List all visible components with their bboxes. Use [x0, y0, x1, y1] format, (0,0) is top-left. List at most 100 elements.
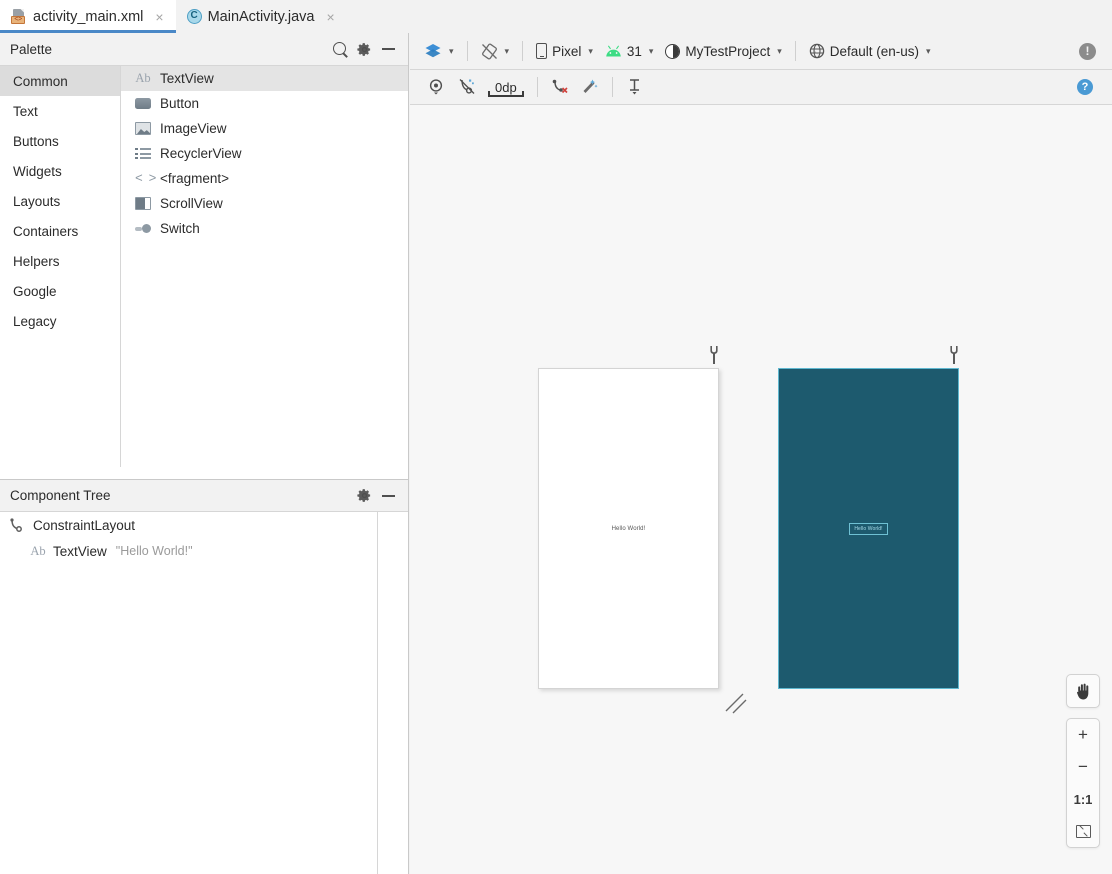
infer-constraints-button[interactable]: [575, 74, 605, 100]
guidelines-button[interactable]: [620, 74, 650, 100]
close-icon[interactable]: ×: [153, 10, 165, 24]
zoom-in-button[interactable]: +: [1067, 719, 1099, 751]
xml-file-icon: <>: [11, 8, 27, 25]
render-options-icon[interactable]: [947, 346, 961, 364]
palette-category-legacy[interactable]: Legacy: [0, 306, 120, 336]
category-label: Legacy: [13, 313, 57, 329]
palette-category-helpers[interactable]: Helpers: [0, 246, 120, 276]
palette-category-text[interactable]: Text: [0, 96, 120, 126]
palette-item-label: <fragment>: [160, 171, 230, 186]
left-tool-column: Palette Common Text Buttons Widgets Layo…: [0, 33, 409, 874]
category-label: Common: [13, 73, 68, 89]
show-constraints-button[interactable]: [422, 74, 452, 100]
help-button[interactable]: ?: [1070, 74, 1100, 100]
palette-item-label: RecyclerView: [160, 146, 242, 161]
tab-bar-filler: [346, 0, 1112, 33]
phone-icon: [536, 43, 548, 59]
warning-icon: !: [1079, 42, 1096, 60]
device-selector[interactable]: Pixel ▾: [530, 38, 599, 64]
palette-minimize-button[interactable]: [376, 37, 400, 61]
palette-category-list: Common Text Buttons Widgets Layouts Cont…: [0, 66, 121, 467]
component-tree-divider[interactable]: [377, 512, 378, 874]
canvas-resize-handle[interactable]: [723, 690, 749, 716]
design-canvas[interactable]: Hello World! Hello World! + − 1:1: [410, 105, 1112, 874]
tree-node-textview[interactable]: Ab TextView "Hello World!": [0, 538, 408, 564]
design-surface-preview[interactable]: Hello World!: [538, 368, 719, 689]
default-margin-value: 0dp: [495, 80, 517, 95]
tab-label: MainActivity.java: [207, 8, 315, 25]
clear-constraints-button[interactable]: [545, 74, 575, 100]
palette-search-button[interactable]: [328, 37, 352, 61]
palette-category-widgets[interactable]: Widgets: [0, 156, 120, 186]
palette-settings-button[interactable]: [352, 37, 376, 61]
component-tree-settings-button[interactable]: [352, 484, 376, 508]
palette-item-switch[interactable]: Switch: [121, 216, 408, 241]
textview-icon: Ab: [30, 543, 46, 558]
theme-selector[interactable]: MyTestProject ▾: [659, 38, 787, 64]
search-icon: [332, 41, 348, 57]
scrollview-icon: [135, 197, 151, 210]
palette-category-containers[interactable]: Containers: [0, 216, 120, 246]
category-label: Layouts: [13, 193, 61, 209]
issues-button[interactable]: !: [1073, 38, 1102, 64]
blueprint-preview-wrapper: Hello World!: [778, 346, 959, 689]
editor-tab-bar: <> activity_main.xml × C MainActivity.ja…: [0, 0, 1112, 33]
design-surface: ▾ ▾ Pixel ▾ 31 ▾ MyTestProject ▾ Default…: [410, 33, 1112, 874]
palette-item-textview[interactable]: Ab TextView: [121, 66, 408, 91]
locale-label: Default (en-us): [829, 43, 920, 59]
palette-item-scrollview[interactable]: ScrollView: [121, 191, 408, 216]
tab-label: activity_main.xml: [33, 8, 144, 25]
palette-item-button[interactable]: Button: [121, 91, 408, 116]
tab-activity-main-xml[interactable]: <> activity_main.xml ×: [0, 0, 176, 33]
tree-node-value: "Hello World!": [115, 544, 193, 558]
zoom-to-fit-button[interactable]: [1067, 815, 1099, 847]
chevron-down-icon: ▾: [777, 45, 782, 56]
component-tree-title: Component Tree: [10, 488, 111, 503]
tree-node-label: TextView: [53, 543, 107, 559]
tree-node-label: ConstraintLayout: [33, 517, 136, 533]
render-options-icon[interactable]: [707, 346, 721, 364]
android-icon: [606, 45, 621, 57]
category-label: Buttons: [13, 133, 59, 149]
locale-selector[interactable]: Default (en-us) ▾: [803, 38, 937, 64]
actual-size-button[interactable]: 1:1: [1067, 783, 1099, 815]
palette-category-common[interactable]: Common: [0, 66, 120, 96]
tab-mainactivity-java[interactable]: C MainActivity.java ×: [176, 0, 347, 33]
tree-node-constraintlayout[interactable]: ConstraintLayout: [0, 512, 408, 538]
design-surface-toolbar: ▾ ▾ Pixel ▾ 31 ▾ MyTestProject ▾ Default…: [410, 33, 1112, 70]
zoom-to-fit-icon: [1075, 824, 1091, 838]
orientation-button[interactable]: ▾: [475, 38, 516, 64]
palette-header: Palette: [0, 33, 408, 66]
zoom-button-group: + − 1:1: [1066, 718, 1100, 848]
autoconnect-button[interactable]: [452, 74, 482, 100]
show-constraints-icon: [429, 79, 443, 95]
switch-icon: [135, 223, 151, 234]
palette-item-label: TextView: [160, 71, 214, 86]
zoom-out-button[interactable]: −: [1067, 751, 1099, 783]
component-tree-minimize-button[interactable]: [376, 484, 400, 508]
chevron-down-icon: ▾: [449, 45, 454, 56]
palette-item-fragment[interactable]: < > <fragment>: [121, 166, 408, 191]
palette-category-buttons[interactable]: Buttons: [0, 126, 120, 156]
minimize-icon: [381, 48, 395, 50]
chevron-down-icon: ▾: [648, 45, 654, 56]
close-icon[interactable]: ×: [324, 10, 336, 24]
api-level-selector[interactable]: 31 ▾: [599, 38, 660, 64]
autoconnect-off-icon: [459, 79, 475, 94]
theme-icon: [665, 43, 681, 59]
palette-item-imageview[interactable]: ImageView: [121, 116, 408, 141]
recyclerview-icon: [135, 147, 151, 160]
view-mode-button[interactable]: ▾: [418, 38, 460, 64]
palette-category-layouts[interactable]: Layouts: [0, 186, 120, 216]
minimize-icon: [381, 494, 395, 497]
guidelines-icon: [629, 79, 639, 95]
pan-button[interactable]: [1067, 675, 1099, 707]
category-label: Helpers: [13, 253, 60, 269]
constraintlayout-icon: [10, 518, 22, 532]
blueprint-surface-preview[interactable]: Hello World!: [778, 368, 959, 689]
layers-icon: [425, 44, 441, 58]
palette-category-google[interactable]: Google: [0, 276, 120, 306]
default-margin-button[interactable]: 0dp: [488, 77, 524, 97]
textview-icon: Ab: [135, 71, 151, 85]
palette-item-recyclerview[interactable]: RecyclerView: [121, 141, 408, 166]
